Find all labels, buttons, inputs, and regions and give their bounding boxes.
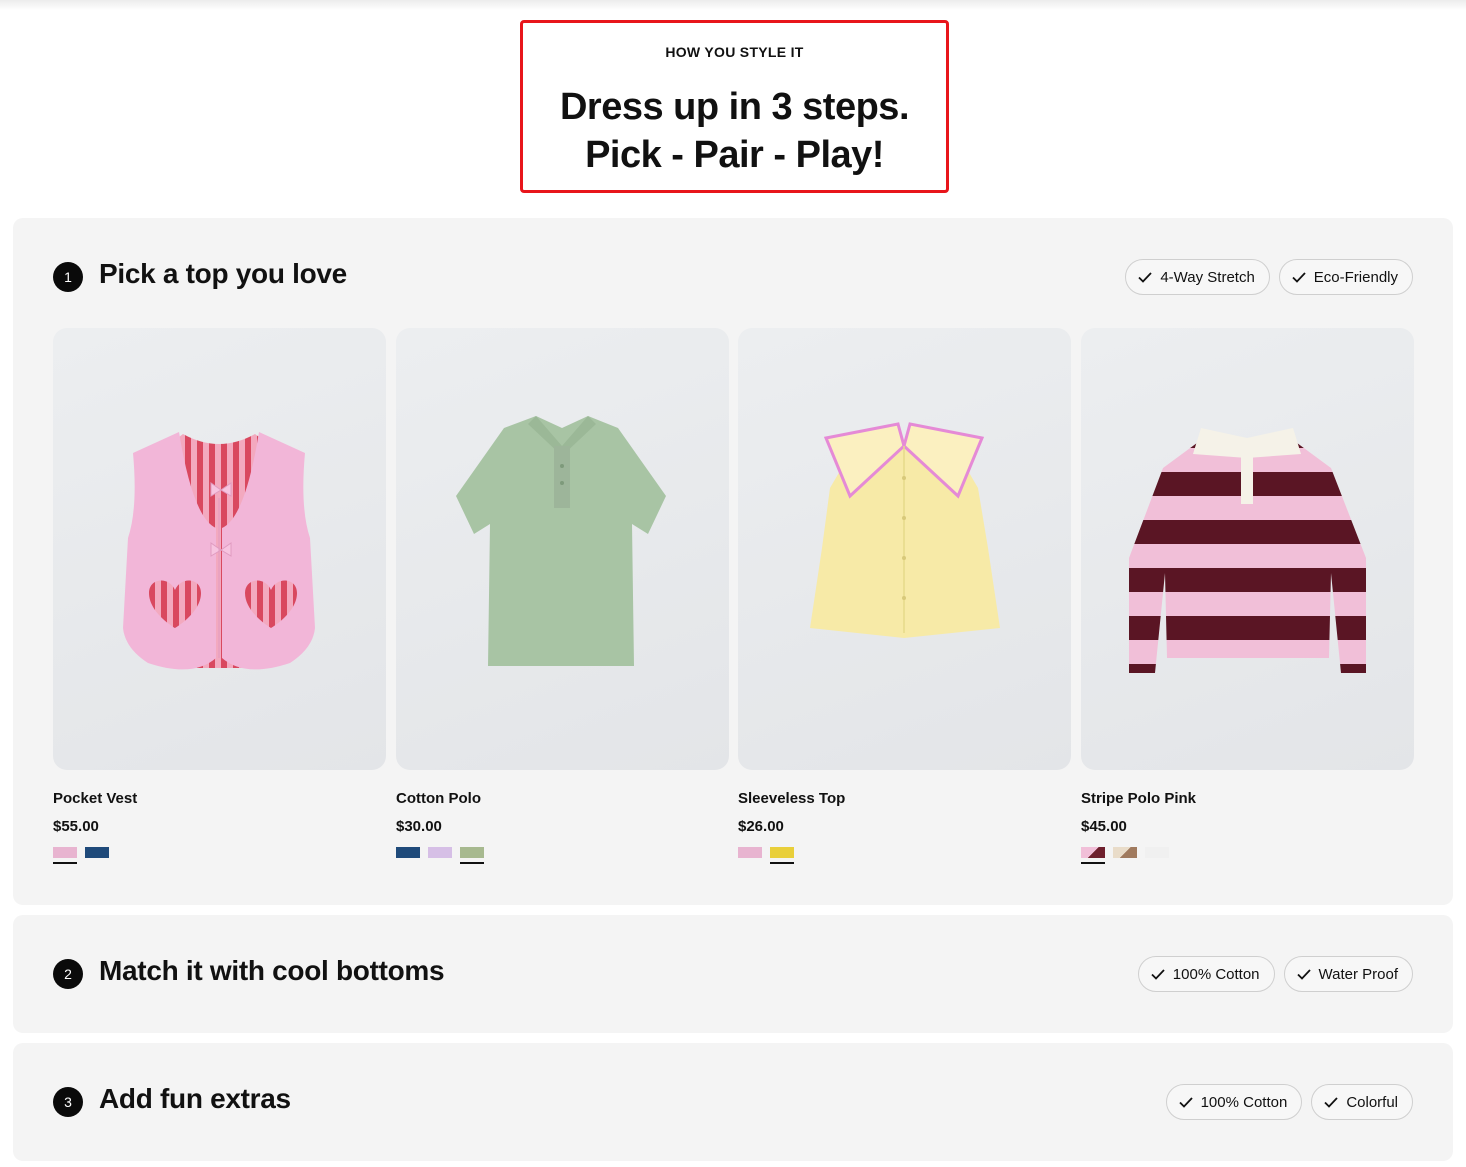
color-swatches <box>53 847 109 864</box>
section-header: HOW YOU STYLE IT Dress up in 3 steps. Pi… <box>520 20 949 193</box>
chip-label: 100% Cotton <box>1200 1093 1288 1111</box>
product-price: $30.00 <box>396 818 442 835</box>
feature-chips: 4-Way Stretch Eco-Friendly <box>1125 259 1413 295</box>
product-card[interactable]: Sleeveless Top $26.00 <box>738 328 1071 864</box>
step-title[interactable]: Pick a top you love <box>99 258 347 290</box>
color-swatches <box>396 847 484 864</box>
step-number-badge: 2 <box>53 959 83 989</box>
product-card[interactable]: Pocket Vest $55.00 <box>53 328 386 864</box>
product-card[interactable]: Cotton Polo $30.00 <box>396 328 729 864</box>
chip-label: Colorful <box>1346 1093 1398 1111</box>
check-icon <box>1324 1096 1338 1108</box>
product-image[interactable] <box>738 328 1071 770</box>
color-swatch[interactable] <box>53 847 77 864</box>
chip-label: 4-Way Stretch <box>1160 268 1255 286</box>
headline-line-1: Dress up in 3 steps. <box>559 86 910 128</box>
feature-chip: 100% Cotton <box>1137 956 1275 992</box>
stripe-polo-illustration <box>1129 428 1366 673</box>
product-name[interactable]: Stripe Polo Pink <box>1081 790 1196 807</box>
feature-chip: 100% Cotton <box>1165 1084 1303 1120</box>
product-name[interactable]: Cotton Polo <box>396 790 481 807</box>
swatch-fill <box>428 847 452 858</box>
color-swatch[interactable] <box>1081 847 1105 864</box>
product-grid: Pocket Vest $55.00 Cotton Polo $30.00 Sl… <box>53 328 1414 888</box>
chip-label: Eco-Friendly <box>1313 268 1398 286</box>
sleeveless-top-illustration <box>810 422 1000 638</box>
swatch-fill <box>770 847 794 858</box>
swatch-fill <box>460 847 484 858</box>
color-swatch[interactable] <box>1145 847 1169 864</box>
feature-chip: Colorful <box>1311 1084 1413 1120</box>
product-image[interactable] <box>1081 328 1414 770</box>
swatch-fill <box>1145 847 1169 858</box>
swatch-fill <box>738 847 762 858</box>
color-swatch[interactable] <box>1113 847 1137 864</box>
color-swatch[interactable] <box>396 847 420 864</box>
check-icon <box>1296 968 1311 980</box>
pocket-vest-illustration <box>123 432 315 670</box>
swatch-fill <box>396 847 420 858</box>
color-swatches <box>738 847 794 864</box>
feature-chips: 100% Cotton Colorful <box>1165 1084 1413 1120</box>
product-price: $26.00 <box>738 818 784 835</box>
step-3-panel[interactable]: 3 Add fun extras 100% Cotton Colorful <box>13 1043 1453 1161</box>
product-price: $45.00 <box>1081 818 1127 835</box>
color-swatch[interactable] <box>770 847 794 864</box>
product-card[interactable]: Stripe Polo Pink $45.00 <box>1081 328 1414 864</box>
product-price: $55.00 <box>53 818 99 835</box>
check-icon <box>1151 968 1165 980</box>
product-image[interactable] <box>396 328 729 770</box>
step-number-badge: 1 <box>53 262 83 292</box>
check-icon <box>1178 1096 1193 1108</box>
eyebrow-label: HOW YOU STYLE IT <box>665 44 804 60</box>
step-title[interactable]: Add fun extras <box>99 1083 291 1115</box>
swatch-fill <box>1081 847 1105 858</box>
color-swatch[interactable] <box>428 847 452 864</box>
headline-line-2: Pick - Pair - Play! <box>585 134 884 176</box>
swatch-fill <box>53 847 77 858</box>
color-swatch[interactable] <box>460 847 484 864</box>
product-name[interactable]: Sleeveless Top <box>738 790 845 807</box>
chip-label: 100% Cotton <box>1172 965 1260 983</box>
check-icon <box>1292 271 1306 283</box>
step-title[interactable]: Match it with cool bottoms <box>99 955 445 987</box>
swatch-fill <box>1113 847 1137 858</box>
feature-chip: Water Proof <box>1283 956 1413 992</box>
product-image[interactable] <box>53 328 386 770</box>
color-swatch[interactable] <box>738 847 762 864</box>
color-swatches <box>1081 847 1169 864</box>
feature-chip: Eco-Friendly <box>1278 259 1413 295</box>
chip-label: Water Proof <box>1318 965 1398 983</box>
feature-chips: 100% Cotton Water Proof <box>1137 956 1413 992</box>
step-1-panel[interactable]: 1 Pick a top you love 4-Way Stretch Eco-… <box>13 218 1453 905</box>
feature-chip: 4-Way Stretch <box>1125 259 1270 295</box>
check-icon <box>1138 271 1152 283</box>
product-name[interactable]: Pocket Vest <box>53 790 137 807</box>
color-swatch[interactable] <box>85 847 109 864</box>
headline: Dress up in 3 steps. Pick - Pair - Play! <box>523 83 946 179</box>
cotton-polo-illustration <box>456 416 666 666</box>
step-2-panel[interactable]: 2 Match it with cool bottoms 100% Cotton… <box>13 915 1453 1033</box>
step-number-badge: 3 <box>53 1087 83 1117</box>
swatch-fill <box>85 847 109 858</box>
top-shadow <box>0 0 1466 10</box>
